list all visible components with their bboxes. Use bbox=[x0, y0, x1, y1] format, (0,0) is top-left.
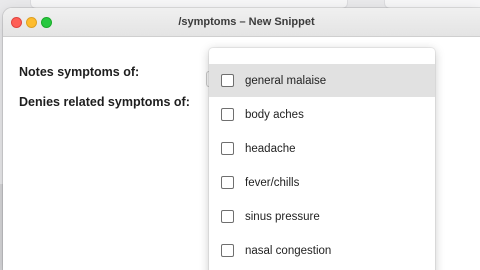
notes-symptoms-label: Notes symptoms of: bbox=[19, 65, 140, 79]
window-title: /symptoms – New Snippet bbox=[178, 16, 315, 28]
dropdown-option-nasal-congestion[interactable]: nasal congestion bbox=[209, 234, 435, 267]
option-label: body aches bbox=[245, 108, 304, 121]
checkbox-headache[interactable] bbox=[221, 142, 234, 155]
dropdown-option-body-aches[interactable]: body aches bbox=[209, 98, 435, 131]
option-label: sinus pressure bbox=[245, 210, 320, 223]
checkbox-sinus-pressure[interactable] bbox=[221, 210, 234, 223]
checkbox-nasal-congestion[interactable] bbox=[221, 244, 234, 257]
title-bar: /symptoms – New Snippet bbox=[3, 8, 480, 37]
dropdown-option-sinus-pressure[interactable]: sinus pressure bbox=[209, 200, 435, 233]
checkbox-fever-chills[interactable] bbox=[221, 176, 234, 189]
checkbox-body-aches[interactable] bbox=[221, 108, 234, 121]
option-label: nasal congestion bbox=[245, 244, 332, 257]
symptoms-dropdown-menu: general malaise body aches headache feve… bbox=[209, 48, 435, 270]
dropdown-option-general-malaise[interactable]: general malaise bbox=[209, 64, 435, 97]
checkbox-general-malaise[interactable] bbox=[221, 74, 234, 87]
option-label: fever/chills bbox=[245, 176, 300, 189]
denies-symptoms-label: Denies related symptoms of: bbox=[19, 95, 190, 109]
option-label: headache bbox=[245, 142, 296, 155]
snippet-window: /symptoms – New Snippet Notes symptoms o… bbox=[3, 8, 480, 270]
dropdown-option-headache[interactable]: headache bbox=[209, 132, 435, 165]
dropdown-option-fever-chills[interactable]: fever/chills bbox=[209, 166, 435, 199]
option-label: general malaise bbox=[245, 74, 327, 87]
